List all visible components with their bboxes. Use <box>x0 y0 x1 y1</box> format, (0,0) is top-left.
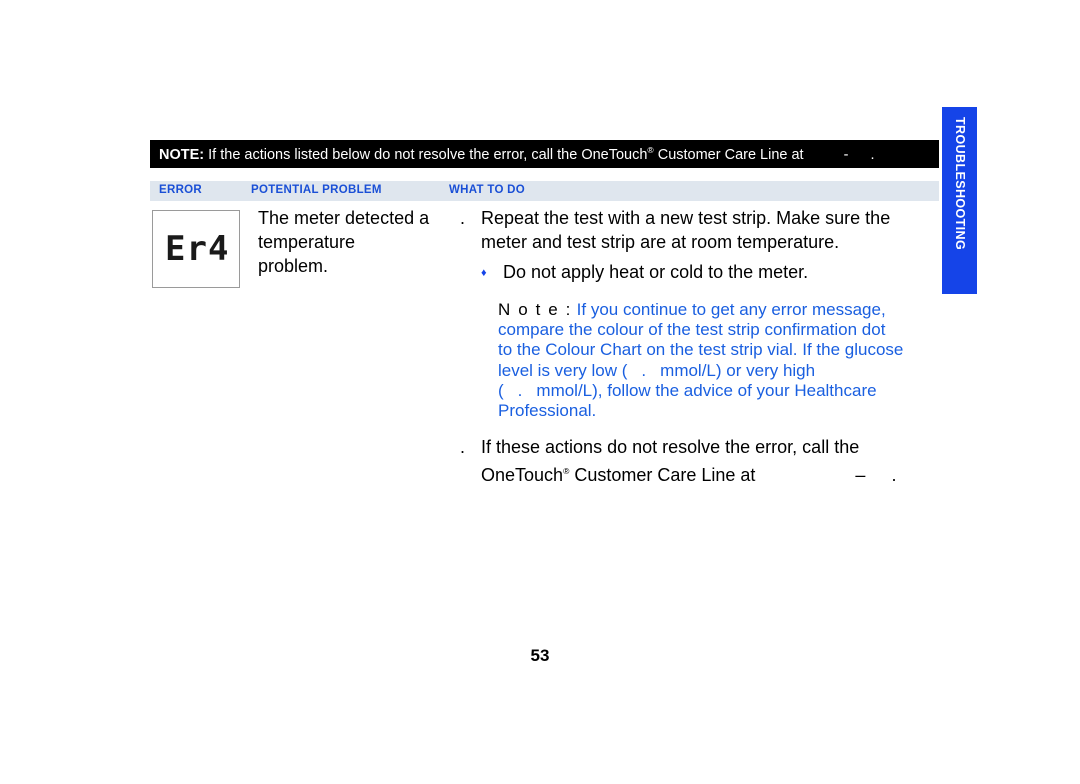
blue-note-line-4: level is very low (. mmol/L) or very high <box>498 361 928 381</box>
what-to-do-text: . Repeat the test with a new test strip.… <box>458 206 938 284</box>
error-code-value: Er4 <box>165 229 230 269</box>
bullet-3-line-1: If these actions do not resolve the erro… <box>481 437 860 457</box>
what-to-do-bullet-1: . Repeat the test with a new test strip.… <box>458 206 938 254</box>
note-phone-separator: - <box>843 146 849 163</box>
note-label: NOTE: <box>159 146 205 163</box>
note-phone-end: . <box>870 146 875 163</box>
note-banner-text: NOTE: If the actions listed below do not… <box>150 145 874 163</box>
blue-note-line-1-text: If you continue to get any error message… <box>571 300 886 319</box>
potential-problem-text: The meter detected a temperature problem… <box>258 206 448 278</box>
blue-note-line-4b: . <box>641 360 647 380</box>
potential-problem-line2: temperature <box>258 232 356 252</box>
column-header-potential-problem: POTENTIAL PROBLEM <box>251 184 382 196</box>
blue-note-line-5c: mmol/L), follow the advice of your Healt… <box>536 380 877 400</box>
blue-note-label: N o t e : <box>498 300 572 319</box>
column-header-what-to-do: WHAT TO DO <box>449 184 526 196</box>
bullet-3-container: . If these actions do not resolve the er… <box>458 435 938 487</box>
potential-problem-line3: problem. <box>258 256 329 276</box>
page-number: 53 <box>530 646 550 665</box>
bullet-marker-icon: . <box>460 208 466 228</box>
blue-note-line-1: N o t e : If you continue to get any err… <box>498 300 928 320</box>
blue-note-line-6: Professional. <box>498 401 597 421</box>
bullet-3-line-2b: Customer Care Line at <box>569 465 756 485</box>
blue-note-line-4c: mmol/L) or very high <box>660 360 816 380</box>
blue-note-paragraph: N o t e : If you continue to get any err… <box>498 300 928 421</box>
note-banner: NOTE: If the actions listed below do not… <box>150 140 939 168</box>
potential-problem-line1: The meter detected a <box>258 208 430 228</box>
note-banner-before: If the actions listed below do not resol… <box>204 146 648 163</box>
bullet-1-line-2: meter and test strip are at room tempera… <box>481 232 840 252</box>
column-header-strip: ERROR POTENTIAL PROBLEM WHAT TO DO <box>150 181 939 201</box>
diamond-bullet-icon: ♦ <box>481 267 487 279</box>
what-to-do-bullet-2: ♦ Do not apply heat or cold to the meter… <box>458 260 938 284</box>
error-code-display: Er4 <box>152 210 240 288</box>
blue-note-line-5b: . <box>517 380 523 400</box>
blue-note-line-2: compare the colour of the test strip con… <box>498 320 886 340</box>
bullet-3-line-2: OneTouch® Customer Care Line at –. <box>481 459 938 487</box>
bullet-3-end: . <box>891 465 897 485</box>
bullet-marker-icon: . <box>460 437 466 457</box>
blue-note-line-3: to the Colour Chart on the test strip vi… <box>498 340 904 360</box>
section-tab-label: TROUBLESHOOTING <box>953 117 967 251</box>
bullet-3-brand: OneTouch <box>481 465 564 485</box>
bullet-3-dash: – <box>855 465 866 485</box>
blue-note-line-4a: level is very low ( <box>498 360 628 380</box>
note-banner-after: Customer Care Line at <box>653 146 804 163</box>
what-to-do-bullet-3: . If these actions do not resolve the er… <box>458 435 938 487</box>
blue-note-line-5a: ( <box>498 380 504 400</box>
column-header-error: ERROR <box>159 184 203 196</box>
blue-note-line-5: (. mmol/L), follow the advice of your Hea… <box>498 381 928 401</box>
section-tab-troubleshooting: TROUBLESHOOTING <box>942 107 977 294</box>
page-canvas: NOTE: If the actions listed below do not… <box>0 0 1080 784</box>
bullet-2-text: Do not apply heat or cold to the meter. <box>503 262 809 282</box>
bullet-1-line-1: Repeat the test with a new test strip. M… <box>481 208 891 228</box>
